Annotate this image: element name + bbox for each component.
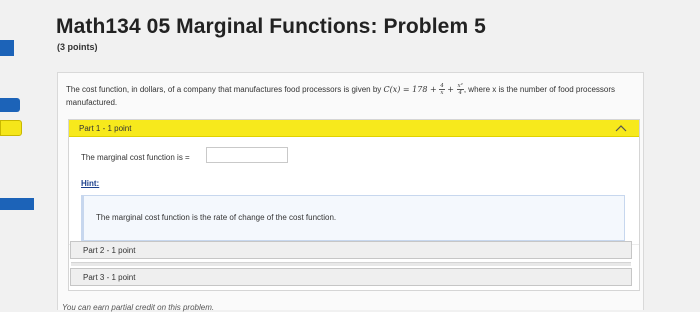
question-intro: The cost function, in dollars, of a comp… — [66, 85, 384, 94]
nav-marker-3[interactable] — [0, 198, 34, 210]
hint-text: The marginal cost function is the rate o… — [96, 213, 337, 222]
nav-marker-2[interactable] — [0, 98, 20, 112]
hint-box: The marginal cost function is the rate o… — [81, 195, 625, 241]
part3-header[interactable]: Part 3 - 1 point — [70, 268, 632, 286]
problem-panel: The cost function, in dollars, of a comp… — [57, 72, 644, 310]
part3-label: Part 3 - 1 point — [83, 273, 136, 282]
cost-formula: C(x) = 178 + — [383, 85, 440, 94]
part1-header[interactable]: Part 1 - 1 point — [69, 120, 639, 137]
nav-marker-current[interactable] — [0, 120, 22, 136]
fraction-x2-over-4: x² 4 — [456, 83, 464, 97]
plus-sign: + — [444, 85, 457, 94]
marginal-cost-answer-input[interactable] — [206, 147, 288, 163]
part2-label: Part 2 - 1 point — [83, 246, 136, 255]
marginal-cost-prompt: The marginal cost function is = — [81, 153, 190, 162]
part1-label: Part 1 - 1 point — [79, 124, 132, 133]
partial-credit-note: You can earn partial credit on this prob… — [62, 303, 215, 312]
points-label: (3 points) — [57, 42, 98, 52]
part2-header[interactable]: Part 2 - 1 point — [70, 241, 632, 266]
page-title: Math134 05 Marginal Functions: Problem 5 — [56, 15, 486, 38]
chevron-up-icon[interactable] — [615, 124, 627, 132]
nav-marker-1[interactable] — [0, 40, 14, 56]
hint-link[interactable]: Hint: — [81, 179, 99, 188]
question-text: The cost function, in dollars, of a comp… — [66, 83, 626, 109]
